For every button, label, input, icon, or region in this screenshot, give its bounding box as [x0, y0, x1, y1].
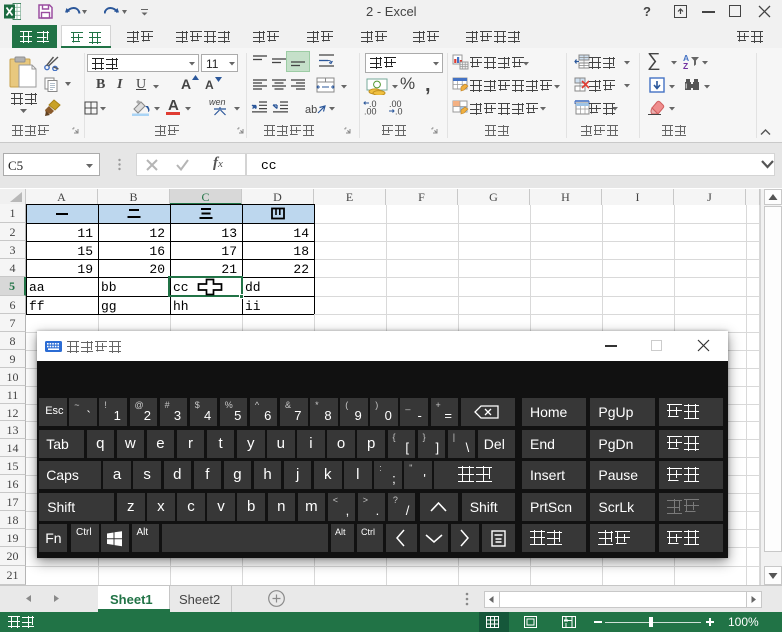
svg-text:Z: Z — [683, 61, 688, 70]
svg-text:wen: wen — [209, 97, 226, 107]
svg-text:ab: ab — [305, 104, 317, 116]
svg-text:?: ? — [643, 5, 651, 18]
svg-text:.0: .0 — [395, 107, 403, 116]
svg-text:.00: .00 — [364, 107, 377, 116]
